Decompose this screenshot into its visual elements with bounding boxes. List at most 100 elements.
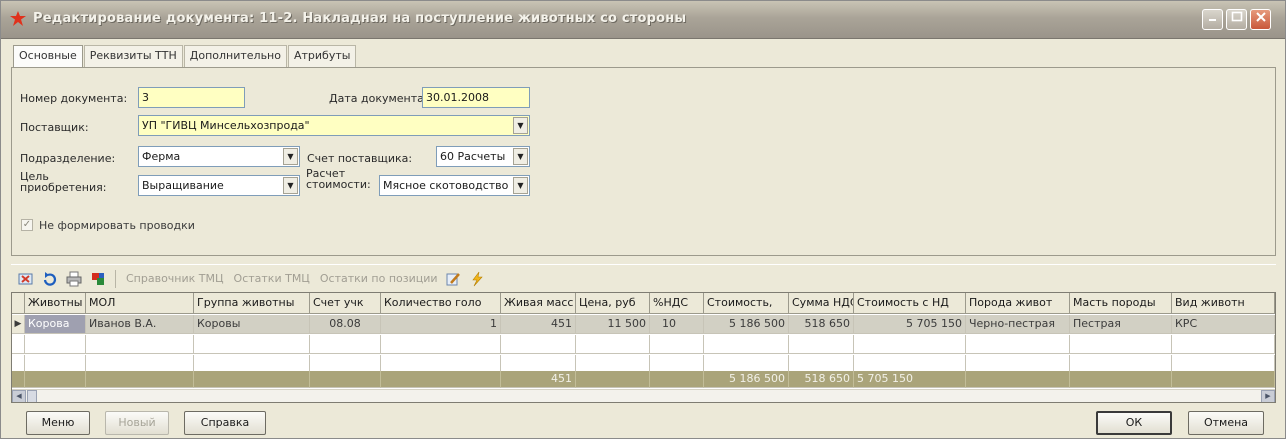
no-postings-row[interactable]: ✓ Не формировать проводки: [21, 217, 195, 233]
execute-button[interactable]: [468, 270, 486, 288]
grid-cell[interactable]: 10: [650, 315, 704, 334]
chevron-down-icon[interactable]: ▼: [513, 148, 528, 165]
grid-cell[interactable]: [854, 335, 966, 354]
column-header[interactable]: Масть породы: [1070, 293, 1172, 314]
grid-cell[interactable]: [966, 335, 1070, 354]
inventory-catalog-link[interactable]: Справочник ТМЦ: [126, 272, 224, 285]
grid-cell[interactable]: 5 186 500: [704, 315, 789, 334]
department-select[interactable]: Ферма ▼: [138, 146, 300, 167]
ok-button[interactable]: ОК: [1096, 411, 1172, 435]
grid-cell[interactable]: [86, 335, 194, 354]
column-header[interactable]: Стоимость с НД: [854, 293, 966, 314]
column-header[interactable]: МОЛ: [86, 293, 194, 314]
grid-cell[interactable]: [704, 335, 789, 354]
grid-cell[interactable]: КРС: [1172, 315, 1275, 334]
grid-toolbar: Справочник ТМЦ Остатки ТМЦ Остатки по по…: [11, 264, 1276, 292]
print-button[interactable]: [65, 270, 83, 288]
inventory-balance-link[interactable]: Остатки ТМЦ: [234, 272, 310, 285]
cost-calc-label-line2: стоимости:: [306, 178, 371, 191]
grid-cell[interactable]: Коровы: [194, 315, 310, 334]
grid-cell[interactable]: [381, 335, 501, 354]
menu-button[interactable]: Меню: [26, 411, 90, 435]
horizontal-scrollbar[interactable]: ◀ ▶: [12, 389, 1275, 402]
doc-date-input[interactable]: 30.01.2008: [422, 87, 530, 108]
grid-cell[interactable]: 08.08: [310, 315, 381, 334]
refresh-button[interactable]: [41, 270, 59, 288]
scroll-right-button[interactable]: ▶: [1261, 390, 1275, 402]
column-header[interactable]: Сумма НДС: [789, 293, 854, 314]
animals-grid: Животны МОЛ Группа животны Счет учк Коли…: [11, 292, 1276, 403]
chevron-down-icon[interactable]: ▼: [283, 177, 298, 194]
doc-number-label: Номер документа:: [20, 92, 128, 105]
totals-row: 451 5 186 500 518 650 5 705 150: [12, 371, 1275, 388]
position-balance-link[interactable]: Остатки по позиции: [320, 272, 438, 285]
no-postings-checkbox[interactable]: ✓: [21, 219, 33, 231]
grid-cell[interactable]: [789, 335, 854, 354]
grid-cell[interactable]: [1070, 335, 1172, 354]
supplier-value: УП "ГИВЦ Минсельхозпрода": [142, 119, 310, 132]
column-header[interactable]: %НДС: [650, 293, 704, 314]
column-header[interactable]: Счет учк: [310, 293, 381, 314]
column-header[interactable]: Количество голо: [381, 293, 501, 314]
total-live-weight: 451: [501, 371, 576, 388]
scroll-thumb[interactable]: [27, 390, 37, 402]
total-cell: [1070, 371, 1172, 388]
help-button[interactable]: Справка: [184, 411, 266, 435]
tab-main[interactable]: Основные: [13, 45, 83, 69]
grid-cell[interactable]: [650, 335, 704, 354]
column-header[interactable]: Вид животн: [1172, 293, 1275, 314]
grid-cell[interactable]: Пестрая: [1070, 315, 1172, 334]
cancel-button[interactable]: Отмена: [1188, 411, 1264, 435]
edit-button[interactable]: [444, 270, 462, 288]
grid-cell[interactable]: [25, 335, 86, 354]
fill-button[interactable]: [89, 270, 107, 288]
grid-cell[interactable]: Иванов В.А.: [86, 315, 194, 334]
delete-row-button[interactable]: [17, 270, 35, 288]
new-button[interactable]: Новый: [105, 411, 169, 435]
scroll-left-button[interactable]: ◀: [12, 390, 26, 402]
chevron-down-icon[interactable]: ▼: [513, 117, 528, 134]
grid-cell[interactable]: 451: [501, 315, 576, 334]
column-header[interactable]: Цена, руб: [576, 293, 650, 314]
grid-header: Животны МОЛ Группа животны Счет учк Коли…: [12, 293, 1275, 314]
tab-additional[interactable]: Дополнительно: [183, 45, 287, 67]
tab-ttn-details[interactable]: Реквизиты ТТН: [83, 45, 183, 67]
grid-cell[interactable]: [1172, 335, 1275, 354]
grid-cell[interactable]: 11 500: [576, 315, 650, 334]
grid-cell[interactable]: Черно-пестрая: [966, 315, 1070, 334]
title-bar[interactable]: Редактирование документа: 11-2. Накладна…: [1, 1, 1285, 39]
grid-cell[interactable]: 5 705 150: [854, 315, 966, 334]
purpose-select[interactable]: Выращивание ▼: [138, 175, 300, 196]
column-header[interactable]: Живая масс: [501, 293, 576, 314]
maximize-button[interactable]: [1226, 9, 1247, 30]
purpose-value: Выращивание: [142, 179, 224, 192]
grid-cell[interactable]: [194, 335, 310, 354]
table-row[interactable]: ▶ Корова Иванов В.А. Коровы 08.08 1 451 …: [12, 315, 1275, 334]
minimize-button[interactable]: [1202, 9, 1223, 30]
chevron-down-icon[interactable]: ▼: [283, 148, 298, 165]
total-cell: [966, 371, 1070, 388]
close-button[interactable]: [1250, 9, 1271, 30]
supplier-select[interactable]: УП "ГИВЦ Минсельхозпрода" ▼: [138, 115, 530, 136]
chevron-down-icon[interactable]: ▼: [513, 177, 528, 194]
grid-cell[interactable]: [310, 335, 381, 354]
supplier-account-select[interactable]: 60 Расчеты ▼: [436, 146, 530, 167]
column-header[interactable]: Порода живот: [966, 293, 1070, 314]
column-header[interactable]: Животны: [25, 293, 86, 314]
column-header[interactable]: Группа животны: [194, 293, 310, 314]
cost-calc-select[interactable]: Мясное скотоводство ▼: [379, 175, 530, 196]
doc-number-input[interactable]: 3: [138, 87, 245, 108]
grid-cell[interactable]: 1: [381, 315, 501, 334]
refresh-icon: [43, 271, 57, 286]
cost-calc-value: Мясное скотоводство: [383, 179, 509, 192]
table-row-empty[interactable]: [12, 335, 1275, 354]
minimize-icon: [1208, 19, 1216, 21]
grid-cell[interactable]: [576, 335, 650, 354]
grid-cell[interactable]: 518 650: [789, 315, 854, 334]
current-row-icon: ▶: [12, 315, 25, 334]
column-header[interactable]: Стоимость,: [704, 293, 789, 314]
purpose-label-line2: приобретения:: [20, 181, 107, 194]
grid-cell[interactable]: [501, 335, 576, 354]
grid-cell[interactable]: Корова: [25, 315, 86, 334]
tab-attributes[interactable]: Атрибуты: [287, 45, 357, 67]
